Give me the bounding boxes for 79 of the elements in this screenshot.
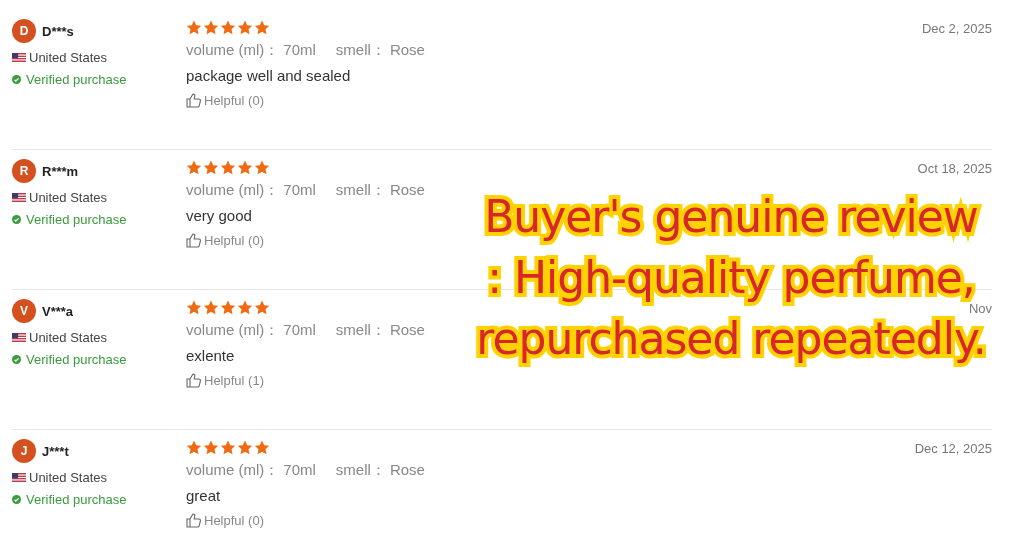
- attribute-label: smell：: [335, 181, 386, 198]
- user-name: D***s: [42, 23, 74, 39]
- thumbs-up-icon: [186, 513, 201, 528]
- star-icon: [186, 20, 202, 35]
- flag-icon: [12, 333, 26, 342]
- attribute-value: Rose: [389, 321, 425, 338]
- country-name: United States: [29, 330, 108, 345]
- attribute-label: volume (ml)：: [186, 181, 280, 198]
- caption-line: : High-quality perfume,: [487, 256, 975, 300]
- star-icon: [254, 160, 270, 175]
- attribute-value: 70ml: [283, 41, 316, 58]
- helpful-button[interactable]: Helpful (0): [186, 513, 264, 528]
- caption-line: Buyer's genuine review: [484, 195, 978, 239]
- check-badge-icon: [12, 75, 21, 84]
- star-icon: [220, 160, 236, 175]
- check-badge-icon: [12, 495, 21, 504]
- star-icon: [237, 440, 253, 455]
- star-icon: [203, 20, 219, 35]
- helpful-button[interactable]: Helpful (0): [186, 93, 264, 108]
- attribute-label: smell：: [335, 461, 386, 478]
- star-icon: [220, 440, 236, 455]
- avatar: J: [12, 439, 36, 463]
- review-date: Dec 12, 2025: [914, 441, 992, 456]
- attribute-value: 70ml: [283, 181, 316, 198]
- attribute-label: volume (ml)：: [186, 461, 280, 478]
- star-icon: [254, 300, 270, 315]
- flag-icon: [12, 193, 26, 202]
- flag-icon: [12, 53, 26, 62]
- star-icon: [203, 440, 219, 455]
- star-icon: [220, 20, 236, 35]
- flag-icon: [12, 473, 26, 482]
- avatar: V: [12, 299, 36, 323]
- user-name: R***m: [42, 163, 79, 179]
- star-icon: [203, 300, 219, 315]
- star-icon: [237, 20, 253, 35]
- attribute-label: volume (ml)：: [186, 41, 280, 58]
- star-icon: [186, 300, 202, 315]
- review-date: Nov: [968, 301, 992, 316]
- review-text: package well and sealed: [186, 67, 351, 84]
- review-date: Dec 2, 2025: [921, 21, 992, 36]
- user-name: V***a: [42, 303, 74, 319]
- star-icon: [186, 160, 202, 175]
- helpful-button[interactable]: Helpful (0): [186, 233, 264, 248]
- attribute-label: volume (ml)：: [186, 321, 280, 338]
- verified-label: Verified purchase: [26, 212, 127, 227]
- attribute-label: smell：: [335, 321, 386, 338]
- star-icon: [237, 160, 253, 175]
- caption-line: repurchased repeatedly.: [476, 317, 986, 361]
- star-icon: [237, 300, 253, 315]
- attribute-value: Rose: [389, 181, 425, 198]
- star-icon: [254, 440, 270, 455]
- verified-label: Verified purchase: [26, 72, 127, 87]
- attribute-value: Rose: [389, 461, 425, 478]
- country-name: United States: [29, 190, 108, 205]
- country-name: United States: [29, 50, 108, 65]
- attribute-value: Rose: [389, 41, 425, 58]
- thumbs-up-icon: [186, 93, 201, 108]
- user-name: J***t: [42, 443, 69, 459]
- country-name: United States: [29, 470, 108, 485]
- star-icon: [203, 160, 219, 175]
- thumbs-up-icon: [186, 233, 201, 248]
- review-text: very good: [186, 207, 252, 224]
- star-icon: [254, 20, 270, 35]
- verified-label: Verified purchase: [26, 492, 127, 507]
- check-badge-icon: [12, 355, 21, 364]
- avatar: R: [12, 159, 36, 183]
- thumbs-up-icon: [186, 373, 201, 388]
- check-badge-icon: [12, 215, 21, 224]
- verified-label: Verified purchase: [26, 352, 127, 367]
- star-icon: [186, 440, 202, 455]
- review-text: great: [186, 487, 221, 504]
- attribute-label: smell：: [335, 41, 386, 58]
- attribute-value: 70ml: [283, 461, 316, 478]
- attribute-value: 70ml: [283, 321, 316, 338]
- star-icon: [220, 300, 236, 315]
- avatar: D: [12, 19, 36, 43]
- review-text: exlente: [186, 347, 235, 364]
- review-date: Oct 18, 2025: [917, 161, 992, 176]
- helpful-button[interactable]: Helpful (1): [186, 373, 264, 388]
